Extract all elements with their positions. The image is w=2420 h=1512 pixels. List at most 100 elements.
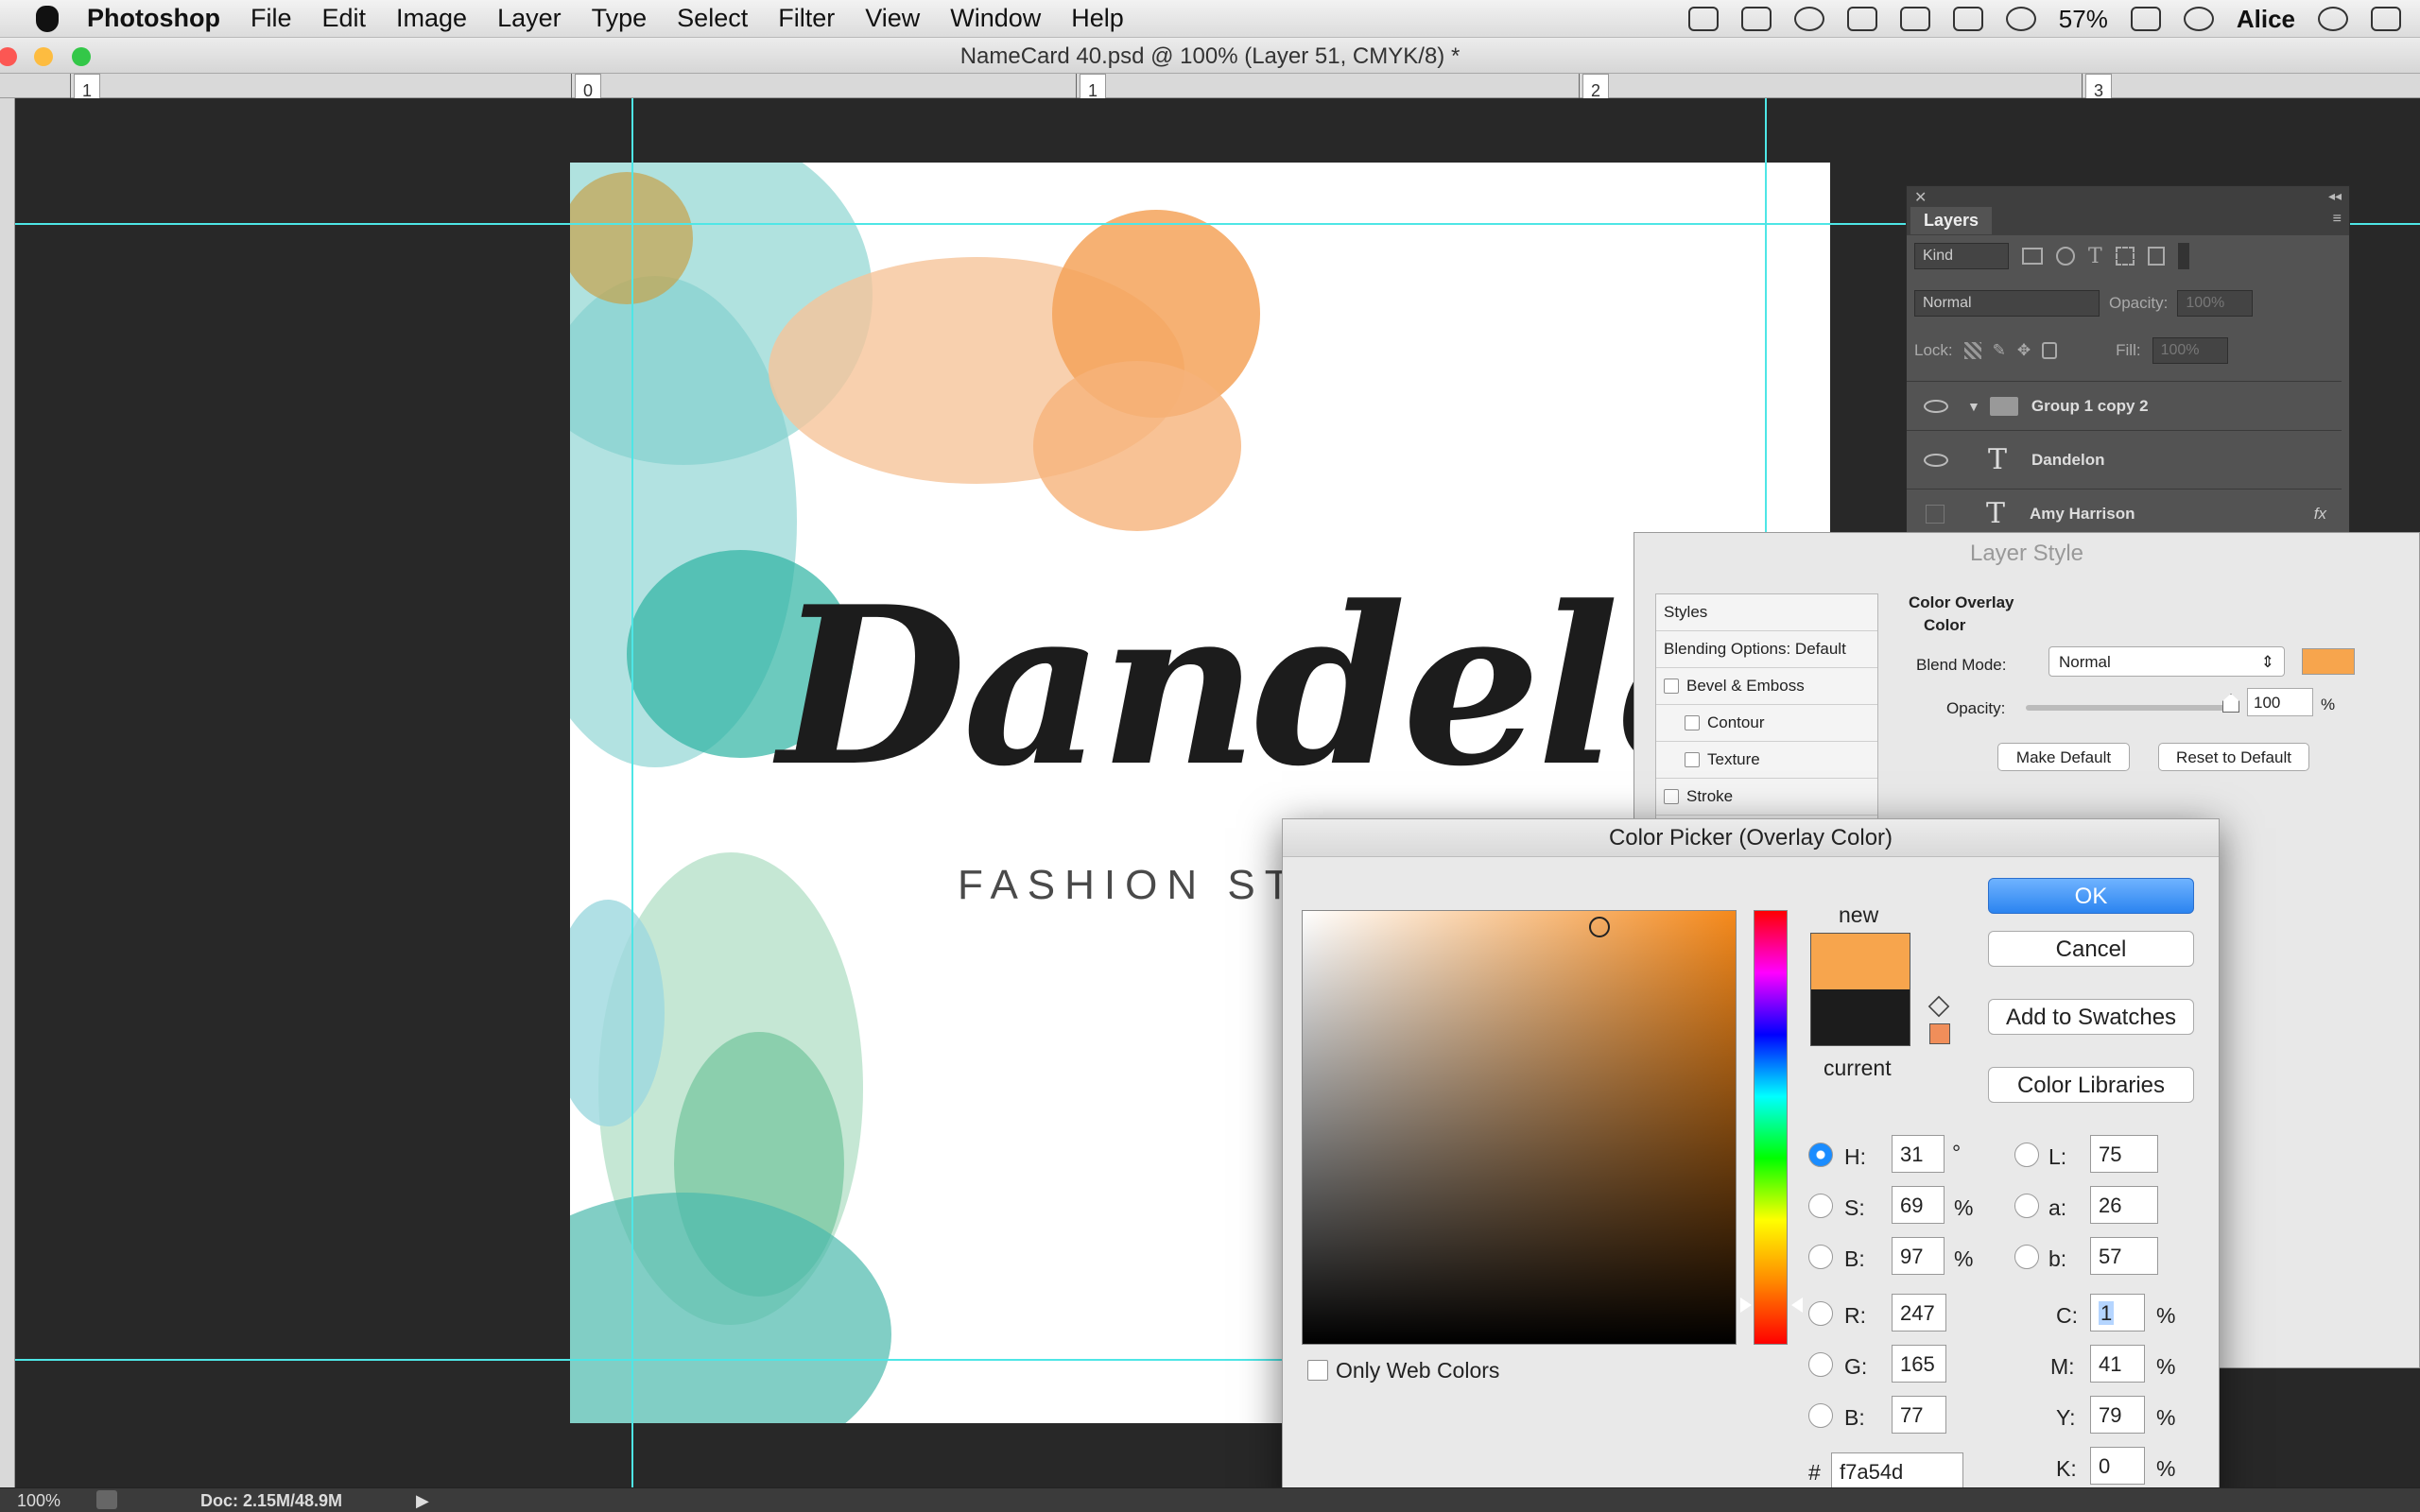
wifi-icon[interactable]: [1899, 7, 1930, 31]
hue-slider-arrow-left[interactable]: [1740, 1297, 1752, 1313]
stroke-checkbox[interactable]: [1664, 789, 1679, 804]
brightness-radio[interactable]: [1808, 1245, 1833, 1269]
visibility-eye-icon[interactable]: [1924, 399, 1948, 413]
cyan-field[interactable]: 1: [2090, 1294, 2145, 1332]
hex-field[interactable]: f7a54d: [1831, 1452, 1963, 1490]
opacity-field[interactable]: 100: [2247, 688, 2313, 716]
blue-field[interactable]: 77: [1892, 1396, 1946, 1434]
ok-button[interactable]: OK: [1988, 878, 2194, 914]
adjustment-filter-icon[interactable]: [2056, 247, 2075, 266]
contour-checkbox[interactable]: [1685, 715, 1700, 730]
sync-icon[interactable]: [2005, 7, 2036, 31]
layer-opacity-field[interactable]: 100%: [2177, 290, 2254, 317]
filter-toggle[interactable]: [2177, 243, 2189, 269]
bevel-emboss-item[interactable]: Bevel & Emboss: [1656, 668, 1877, 705]
fx-icon[interactable]: fx: [2314, 505, 2326, 524]
menu-type[interactable]: Type: [592, 4, 648, 33]
type-filter-icon[interactable]: T: [2088, 245, 2102, 268]
blending-options-item[interactable]: Blending Options: Default: [1656, 631, 1877, 668]
menu-view[interactable]: View: [865, 4, 920, 33]
menu-edit[interactable]: Edit: [322, 4, 367, 33]
layer-name[interactable]: Dandelon: [2031, 451, 2104, 470]
green-field[interactable]: 165: [1892, 1345, 1946, 1383]
menu-app[interactable]: Photoshop: [87, 4, 220, 33]
a-channel-field[interactable]: 26: [2090, 1186, 2158, 1224]
add-to-swatches-button[interactable]: Add to Swatches: [1988, 999, 2194, 1035]
user-name[interactable]: Alice: [2237, 5, 2295, 34]
reset-default-button[interactable]: Reset to Default: [2158, 743, 2309, 771]
make-default-button[interactable]: Make Default: [1997, 743, 2130, 771]
lock-brush-icon[interactable]: ✎: [1993, 341, 2006, 360]
layer-row[interactable]: T Amy Harrison fx: [1907, 489, 2342, 538]
menu-file[interactable]: File: [251, 4, 292, 33]
menu-layer[interactable]: Layer: [497, 4, 562, 33]
yellow-field[interactable]: 79: [2090, 1396, 2145, 1434]
battery-icon[interactable]: [2130, 7, 2161, 31]
overlay-color-swatch[interactable]: [2302, 648, 2355, 675]
apple-icon[interactable]: [36, 5, 59, 32]
layer-row[interactable]: T Dandelon: [1907, 430, 2342, 489]
a-channel-radio[interactable]: [2014, 1194, 2039, 1218]
opacity-slider-thumb[interactable]: [2222, 694, 2239, 713]
horizontal-ruler[interactable]: 1 0 1 2 3: [0, 74, 2420, 112]
blend-mode-select[interactable]: Normal: [1914, 290, 2100, 317]
out-of-gamut-icon[interactable]: [1927, 995, 1950, 1018]
lightness-radio[interactable]: [2014, 1143, 2039, 1167]
status-menu-arrow-icon[interactable]: ▶: [416, 1491, 429, 1511]
blend-mode-select[interactable]: Normal ⇕: [2048, 646, 2285, 677]
dropbox-icon[interactable]: [1687, 7, 1719, 31]
menu-filter[interactable]: Filter: [778, 4, 835, 33]
visibility-eye-icon[interactable]: [1924, 453, 1948, 467]
menu-help[interactable]: Help: [1071, 4, 1124, 33]
saturation-radio[interactable]: [1808, 1194, 1833, 1218]
current-color-swatch[interactable]: [1810, 989, 1910, 1046]
smart-object-filter-icon[interactable]: [2147, 247, 2165, 266]
contour-item[interactable]: Contour: [1656, 705, 1877, 742]
layer-row[interactable]: ▼ Group 1 copy 2: [1907, 381, 2342, 430]
red-field[interactable]: 247: [1892, 1294, 1946, 1332]
saturation-brightness-field[interactable]: [1302, 910, 1737, 1345]
texture-checkbox[interactable]: [1685, 752, 1700, 767]
tab-layers[interactable]: Layers: [1910, 207, 1993, 234]
menu-image[interactable]: Image: [396, 4, 467, 33]
cancel-button[interactable]: Cancel: [1988, 931, 2194, 967]
time-machine-icon[interactable]: [1793, 7, 1824, 31]
menu-window[interactable]: Window: [950, 4, 1041, 33]
spotlight-icon[interactable]: [2318, 7, 2348, 31]
blue-radio[interactable]: [1808, 1403, 1833, 1428]
guide-line[interactable]: [1765, 98, 1767, 552]
hue-slider[interactable]: [1754, 910, 1788, 1345]
bluetooth-icon[interactable]: [1846, 7, 1877, 31]
color-selector-ring[interactable]: [1589, 917, 1610, 937]
lightness-field[interactable]: 75: [2090, 1135, 2158, 1173]
b-channel-field[interactable]: 57: [2090, 1237, 2158, 1275]
layer-fill-field[interactable]: 100%: [2152, 337, 2228, 364]
texture-item[interactable]: Texture: [1656, 742, 1877, 779]
web-safe-swatch[interactable]: [1929, 1023, 1950, 1044]
bevel-checkbox[interactable]: [1664, 679, 1679, 694]
proof-icon[interactable]: [96, 1490, 117, 1509]
magenta-field[interactable]: 41: [2090, 1345, 2145, 1383]
b-channel-radio[interactable]: [2014, 1245, 2039, 1269]
saturation-field[interactable]: 69: [1892, 1186, 1945, 1224]
panel-menu-icon[interactable]: ≡: [2333, 211, 2342, 228]
visibility-toggle-empty[interactable]: [1926, 504, 1945, 524]
color-libraries-button[interactable]: Color Libraries: [1988, 1067, 2194, 1103]
zoom-level[interactable]: 100%: [17, 1491, 60, 1511]
layer-filter-select[interactable]: Kind: [1914, 243, 2009, 269]
hue-field[interactable]: 31: [1892, 1135, 1945, 1173]
clock-icon[interactable]: [2183, 7, 2214, 31]
only-web-colors-checkbox[interactable]: [1307, 1360, 1328, 1381]
opacity-slider[interactable]: [2026, 705, 2234, 711]
notification-center-icon[interactable]: [2371, 7, 2401, 31]
guide-line[interactable]: [631, 98, 633, 1487]
lock-move-icon[interactable]: ✥: [2017, 341, 2031, 360]
layer-name[interactable]: Group 1 copy 2: [2031, 397, 2149, 416]
collapse-panel-icon[interactable]: ◂◂: [2328, 188, 2342, 204]
green-radio[interactable]: [1808, 1352, 1833, 1377]
pixel-filter-icon[interactable]: [2022, 248, 2043, 265]
lock-transparent-icon[interactable]: [1963, 342, 1981, 359]
expand-triangle-icon[interactable]: ▼: [1967, 399, 1980, 414]
menu-select[interactable]: Select: [677, 4, 748, 33]
layer-name[interactable]: Amy Harrison: [2030, 505, 2135, 524]
